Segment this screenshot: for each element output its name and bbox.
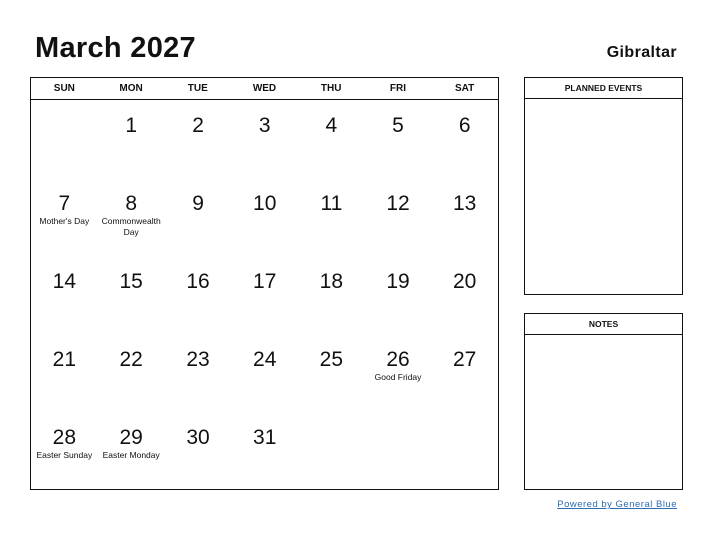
day-cell: 2	[165, 100, 232, 178]
day-cell	[298, 412, 365, 490]
day-cell	[31, 100, 98, 178]
day-cell: 13	[431, 178, 498, 256]
day-number: 12	[386, 192, 410, 215]
day-number: 17	[253, 270, 277, 293]
day-number: 11	[320, 192, 343, 215]
day-number: 13	[452, 192, 477, 215]
calendar-grid: SUN MON TUE WED THU FRI SAT 1 2 3 4 5 6 7 Mother's Da…	[30, 77, 499, 490]
day-number: 6	[458, 114, 471, 137]
weekday-label: WED	[252, 83, 277, 94]
day-number: 18	[319, 270, 344, 293]
day-number: 29	[119, 426, 143, 449]
holiday-label: Easter Sunday	[36, 450, 93, 460]
day-cell: 20	[431, 256, 498, 334]
day-number: 16	[186, 270, 210, 293]
day-cell: 10	[231, 178, 298, 256]
day-cell: 17	[231, 256, 298, 334]
day-cell: 31	[231, 412, 298, 490]
day-cell	[365, 412, 432, 490]
holiday-label: Mother's Day	[39, 216, 90, 226]
powered-by-link[interactable]: Powered by General Blue	[557, 499, 677, 510]
day-cell	[431, 412, 498, 490]
day-cell: 15	[98, 256, 165, 334]
calendar-body: 1 2 3 4 5 6 7 Mother's Day 8 Commonwealth Day 9 10 1…	[31, 100, 498, 490]
day-cell: 16	[165, 256, 232, 334]
weekday-header: SUN MON TUE WED THU FRI SAT	[31, 78, 498, 100]
day-cell: 11	[298, 178, 365, 256]
day-number: 15	[119, 270, 143, 293]
day-cell: 3	[231, 100, 298, 178]
weekday-label: SUN	[53, 83, 75, 94]
day-cell: 23	[165, 334, 232, 412]
weekday-label: MON	[119, 83, 143, 94]
day-cell: 22	[98, 334, 165, 412]
notes-title: NOTES	[525, 314, 682, 335]
day-number: 25	[319, 348, 344, 371]
day-number: 8	[125, 192, 138, 215]
day-number: 9	[192, 192, 204, 215]
planned-events-panel: PLANNED EVENTS	[524, 77, 683, 295]
day-cell: 25	[298, 334, 365, 412]
day-cell: 5	[365, 100, 432, 178]
day-number: 19	[386, 270, 410, 293]
weekday-label: SAT	[455, 83, 475, 94]
day-number: 28	[52, 426, 76, 449]
day-number: 14	[52, 270, 76, 293]
day-cell: 29 Easter Monday	[98, 412, 165, 490]
day-cell: 18	[298, 256, 365, 334]
day-number: 22	[119, 348, 143, 371]
weekday-label: TUE	[187, 83, 208, 94]
day-cell: 27	[431, 334, 498, 412]
day-number: 1	[125, 114, 138, 137]
day-cell: 24	[231, 334, 298, 412]
day-cell: 28 Easter Sunday	[31, 412, 98, 490]
day-cell: 30	[165, 412, 232, 490]
day-cell: 12	[365, 178, 432, 256]
day-cell: 26 Good Friday	[365, 334, 432, 412]
day-number: 2	[192, 114, 204, 137]
day-cell: 4	[298, 100, 365, 178]
month-title: March 2027	[35, 32, 196, 64]
holiday-label: Good Friday	[374, 372, 422, 382]
day-cell: 7 Mother's Day	[31, 178, 98, 256]
day-number: 10	[253, 192, 277, 215]
day-number: 7	[58, 192, 71, 215]
weekday-label: FRI	[389, 83, 406, 94]
day-cell: 1	[98, 100, 165, 178]
weekday-label: THU	[320, 83, 342, 94]
day-number: 31	[253, 426, 277, 449]
day-cell: 19	[365, 256, 432, 334]
day-cell: 8 Commonwealth Day	[98, 178, 165, 256]
day-number: 3	[258, 114, 271, 137]
day-number: 20	[452, 270, 477, 293]
day-number: 23	[186, 348, 210, 371]
day-cell: 6	[431, 100, 498, 178]
day-number: 21	[52, 348, 76, 371]
day-number: 27	[452, 348, 477, 371]
planned-events-title: PLANNED EVENTS	[525, 78, 682, 99]
day-number: 5	[392, 114, 404, 137]
day-cell: 9	[165, 178, 232, 256]
day-cell: 14	[31, 256, 98, 334]
day-number: 26	[386, 348, 410, 371]
day-cell: 21	[31, 334, 98, 412]
notes-panel: NOTES	[524, 313, 683, 490]
day-number: 24	[253, 348, 277, 371]
day-number: 30	[186, 426, 210, 449]
holiday-label: Easter Monday	[102, 450, 160, 460]
day-number: 4	[325, 114, 338, 137]
holiday-label: Commonwealth Day	[101, 216, 161, 237]
country-label: Gibraltar	[606, 44, 677, 61]
